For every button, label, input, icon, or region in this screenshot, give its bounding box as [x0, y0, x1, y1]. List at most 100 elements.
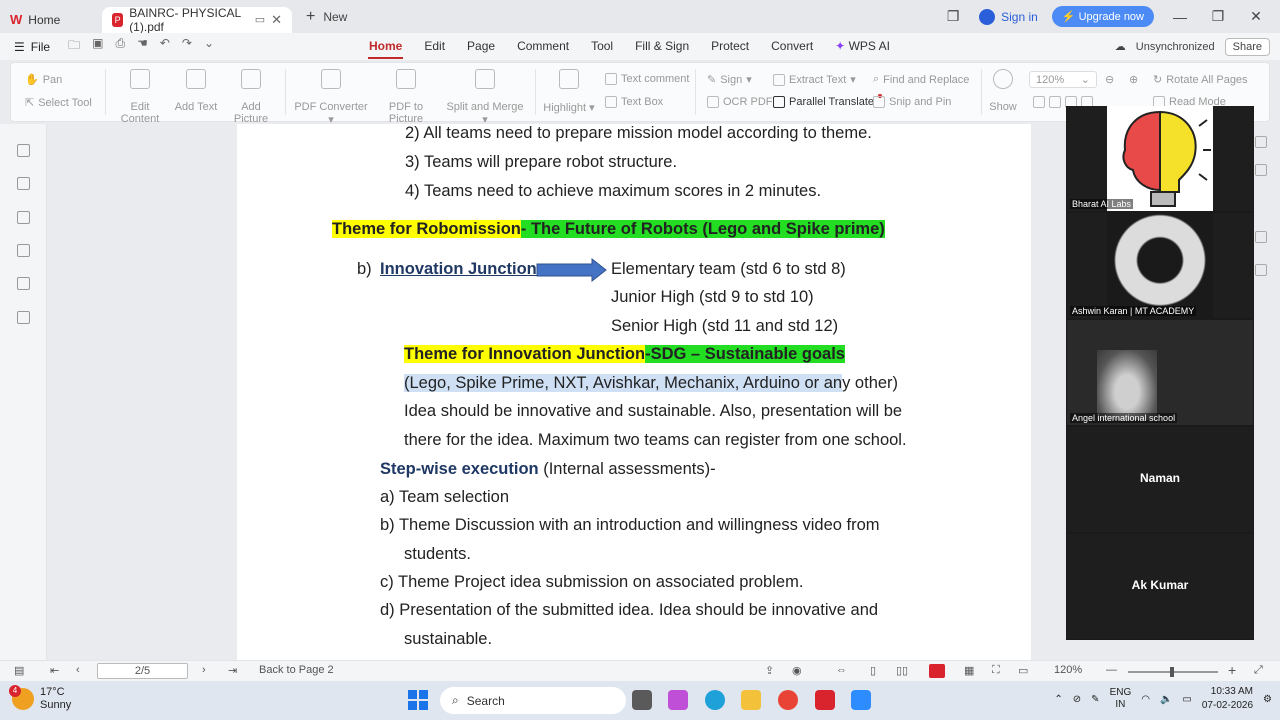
- show-button[interactable]: Show: [987, 69, 1019, 113]
- tab-home[interactable]: W Home: [0, 7, 98, 33]
- ocr-pdf-button[interactable]: OCR PDF: [707, 96, 773, 108]
- battery-icon[interactable]: ▭: [1182, 694, 1191, 705]
- first-page-icon[interactable]: ⇤: [50, 664, 59, 677]
- right-translate-icon[interactable]: [1255, 231, 1267, 243]
- signin-button[interactable]: Sign in: [979, 8, 1038, 25]
- participant-tile-naman[interactable]: Naman: [1067, 427, 1253, 532]
- zoom-slider-handle[interactable]: [1170, 667, 1174, 677]
- wps-taskbar-icon[interactable]: [815, 690, 835, 710]
- prev-page-icon[interactable]: ‹: [76, 664, 80, 676]
- redo-icon[interactable]: ↷: [182, 36, 192, 57]
- bookmark-icon[interactable]: [17, 144, 30, 157]
- right-tool-icon[interactable]: [1255, 136, 1267, 148]
- pan-tool[interactable]: ✋ Pan: [25, 73, 62, 87]
- extract-text-button[interactable]: Extract Text ▾: [773, 73, 856, 86]
- layers-icon[interactable]: [17, 311, 30, 324]
- fit-icon[interactable]: ⤢: [1254, 664, 1263, 677]
- new-tab-button[interactable]: + New: [306, 8, 347, 26]
- sidebar-toggle-icon[interactable]: ▤: [14, 664, 24, 677]
- hand-icon[interactable]: ☚: [137, 36, 148, 57]
- file-menu-button[interactable]: ☰ File: [14, 40, 50, 54]
- zoom-minus-icon[interactable]: —: [1106, 664, 1117, 676]
- undo-icon[interactable]: ↶: [160, 36, 170, 57]
- menu-fill-sign[interactable]: Fill & Sign: [624, 33, 700, 60]
- export-icon[interactable]: ⇪: [765, 664, 774, 677]
- tab-layout-icon[interactable]: ❐: [941, 8, 965, 25]
- network-off-icon[interactable]: ⊘: [1073, 694, 1081, 705]
- wifi-icon[interactable]: ◠: [1141, 694, 1150, 705]
- add-text-button[interactable]: Add Text: [173, 69, 219, 113]
- participant-tile-ak-kumar[interactable]: Ak Kumar: [1067, 534, 1253, 639]
- copilot-icon[interactable]: [668, 690, 688, 710]
- participant-tile-ashwin[interactable]: Ashwin Karan | MT ACADEMY: [1067, 213, 1253, 318]
- page-number-input[interactable]: 2/5: [97, 663, 188, 679]
- task-view-icon[interactable]: [632, 690, 652, 710]
- pdf-converter-button[interactable]: PDF Converter ▾: [293, 69, 369, 126]
- single-page-view-icon[interactable]: ▯: [870, 664, 876, 677]
- close-tab-icon[interactable]: ✕: [271, 12, 282, 28]
- zoom-in-button[interactable]: ⊕: [1129, 73, 1138, 86]
- read-icon[interactable]: ▭: [1018, 664, 1028, 677]
- clock[interactable]: 10:33 AM 07-02-2026: [1202, 685, 1253, 713]
- windows-start-icon[interactable]: [408, 690, 428, 710]
- text-box-button[interactable]: Text Box: [605, 96, 663, 108]
- fullscreen-icon[interactable]: ⛶: [992, 664, 1000, 677]
- snip-pin-button[interactable]: Snip and Pin: [873, 96, 951, 108]
- close-window-icon[interactable]: ✕: [1244, 8, 1268, 25]
- find-replace-button[interactable]: ⌕ Find and Replace: [873, 73, 969, 86]
- file-explorer-icon[interactable]: [741, 690, 761, 710]
- rotate-all-button[interactable]: ↻ Rotate All Pages: [1153, 73, 1248, 87]
- sign-button[interactable]: ✎ Sign ▾: [707, 73, 752, 87]
- last-page-icon[interactable]: ⇥: [228, 664, 237, 677]
- chevron-up-icon[interactable]: ⌃: [1054, 694, 1062, 705]
- participant-tile-bharat[interactable]: Bharat AI Labs: [1067, 106, 1253, 211]
- menu-tool[interactable]: Tool: [580, 33, 624, 60]
- attachment-icon[interactable]: [17, 244, 30, 257]
- double-page-view-icon[interactable]: ▯▯: [896, 664, 908, 677]
- select-tool[interactable]: ⇱ Select Tool: [25, 96, 92, 110]
- menu-convert[interactable]: Convert: [760, 33, 824, 60]
- stamp-icon[interactable]: [17, 277, 30, 290]
- zoom-level[interactable]: 120%: [1054, 664, 1082, 676]
- eye-icon[interactable]: ◉: [792, 664, 802, 677]
- edit-content-button[interactable]: Edit Content: [111, 69, 169, 125]
- menu-wps-ai[interactable]: ✦ WPS AI: [824, 33, 901, 60]
- zoom-select[interactable]: 120% ⌄: [1029, 71, 1097, 88]
- print-icon[interactable]: ⎙: [115, 36, 125, 57]
- menu-home[interactable]: Home: [358, 33, 413, 60]
- parallel-translate-button[interactable]: Parallel Translate: [773, 94, 882, 108]
- comment-panel-icon[interactable]: [17, 211, 30, 224]
- weather-widget[interactable]: 4 17°C Sunny: [9, 685, 71, 712]
- highlight-button[interactable]: Highlight ▾: [541, 69, 597, 114]
- fit-width-icon[interactable]: ⇔: [836, 664, 847, 676]
- menu-page[interactable]: Page: [456, 33, 506, 60]
- window-mode-icon[interactable]: ▭: [255, 13, 265, 26]
- chevron-down-icon[interactable]: ⌄: [204, 36, 214, 57]
- tab-pdf-document[interactable]: P BAINRC- PHYSICAL (1).pdf ▭ ✕: [102, 6, 292, 34]
- upgrade-button[interactable]: ⚡ Upgrade now: [1051, 6, 1154, 27]
- next-page-icon[interactable]: ›: [202, 664, 206, 676]
- chrome-icon[interactable]: [778, 690, 798, 710]
- zoom-app-icon[interactable]: [851, 690, 871, 710]
- open-folder-icon[interactable]: 🗀: [68, 36, 80, 57]
- volume-icon[interactable]: 🔈: [1160, 694, 1172, 705]
- restore-icon[interactable]: ❐: [1206, 8, 1230, 25]
- settings-icon[interactable]: ⚙: [1263, 694, 1272, 705]
- zoom-plus-icon[interactable]: +: [1228, 662, 1236, 678]
- minimize-icon[interactable]: —: [1168, 9, 1192, 25]
- text-comment-button[interactable]: Text comment: [605, 73, 689, 85]
- sync-status[interactable]: Unsynchronized: [1136, 41, 1215, 53]
- taskbar-search[interactable]: ⌕ Search: [440, 687, 626, 714]
- language-indicator[interactable]: ENG IN: [1110, 687, 1132, 711]
- thumbnail-icon[interactable]: [17, 177, 30, 190]
- split-merge-button[interactable]: Split and Merge ▾: [443, 69, 527, 126]
- share-button[interactable]: Share: [1224, 37, 1270, 56]
- zoom-out-button[interactable]: ⊖: [1105, 73, 1114, 86]
- save-icon[interactable]: ▣: [92, 36, 103, 57]
- add-picture-button[interactable]: Add Picture: [223, 69, 279, 125]
- menu-edit[interactable]: Edit: [413, 33, 456, 60]
- right-search-icon[interactable]: [1255, 164, 1267, 176]
- pdf-to-picture-button[interactable]: PDF to Picture: [373, 69, 439, 125]
- pen-tray-icon[interactable]: ✎: [1091, 694, 1099, 705]
- edge-icon[interactable]: [705, 690, 725, 710]
